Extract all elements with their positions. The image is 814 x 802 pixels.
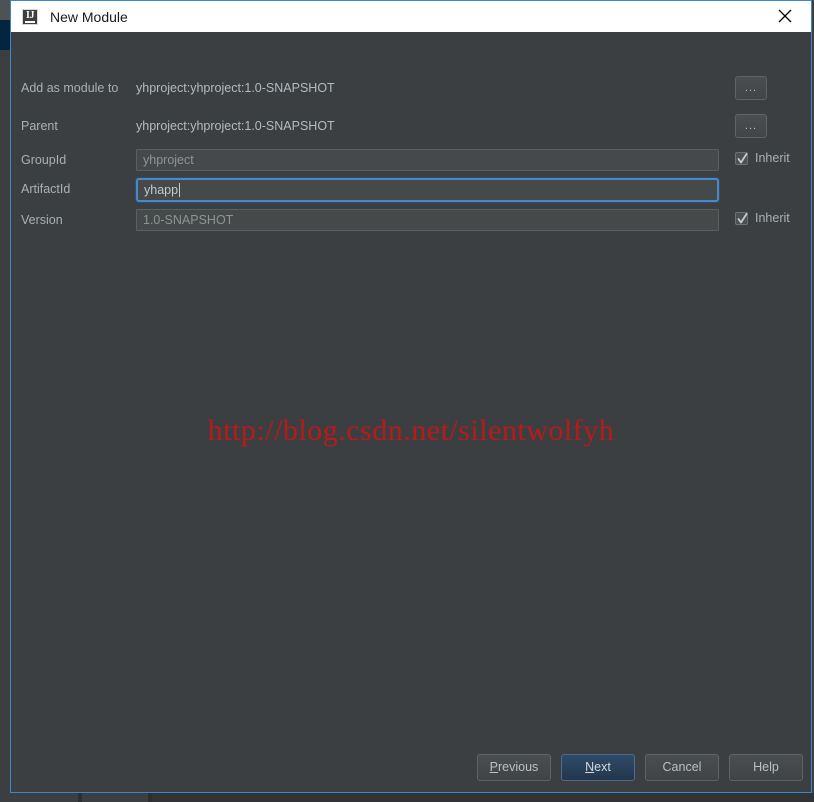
row-add-as-module-to: Add as module to yhproject:yhproject:1.0…	[11, 77, 811, 99]
label-group-id: GroupId	[21, 153, 67, 167]
previous-button-mnemonic: P	[489, 760, 499, 774]
previous-button[interactable]: Previous	[477, 753, 551, 781]
status-bar-segment	[152, 793, 814, 802]
label-parent: Parent	[21, 119, 58, 133]
ide-status-bar	[0, 793, 814, 802]
row-group-id: GroupId yhproject	[11, 149, 811, 171]
new-module-dialog: IJ New Module Add as module to yhproject…	[10, 0, 812, 793]
version-input[interactable]: 1.0-SNAPSHOT	[136, 209, 719, 231]
inherit-group-id-label: Inherit	[755, 151, 790, 165]
status-bar-segment	[82, 793, 148, 802]
help-button[interactable]: Help	[729, 753, 803, 781]
watermark-text: http://blog.csdn.net/silentwolfyh	[207, 414, 615, 447]
inherit-group-id-checkbox[interactable]: Inherit	[735, 151, 790, 165]
group-id-input[interactable]: yhproject	[136, 149, 719, 171]
artifact-id-input[interactable]: yhapp	[136, 178, 719, 202]
ide-toolbar-sliver	[0, 0, 10, 20]
row-artifact-id: ArtifactId yhapp	[11, 178, 811, 202]
browse-button-add-as-module-to[interactable]: ...	[735, 76, 767, 100]
row-version: Version 1.0-SNAPSHOT	[11, 209, 811, 231]
browse-ellipsis-icon: ...	[744, 82, 758, 94]
dialog-title: New Module	[50, 8, 128, 25]
label-version: Version	[21, 213, 63, 227]
text-caret	[179, 183, 181, 197]
inherit-version-checkbox[interactable]: Inherit	[735, 211, 790, 225]
checkbox-icon	[735, 211, 748, 225]
ide-editor-sliver	[0, 20, 10, 50]
artifact-id-value: yhapp	[144, 183, 179, 197]
inherit-version-label: Inherit	[755, 211, 790, 225]
ide-left-strip	[0, 0, 10, 802]
dialog-footer: Previous Next Cancel Help	[11, 752, 811, 782]
browse-button-parent[interactable]: ...	[735, 114, 767, 138]
dialog-title-bar: IJ New Module	[11, 1, 811, 32]
close-icon[interactable]	[763, 3, 807, 29]
dialog-content: Add as module to yhproject:yhproject:1.0…	[11, 32, 811, 792]
value-add-as-module-to: yhproject:yhproject:1.0-SNAPSHOT	[136, 81, 335, 95]
next-button[interactable]: Next	[561, 753, 635, 781]
browse-ellipsis-icon: ...	[744, 120, 758, 132]
previous-button-label: revious	[498, 760, 539, 774]
status-bar-segment	[0, 793, 78, 802]
intellij-idea-icon: IJ	[22, 8, 38, 25]
next-button-mnemonic: N	[585, 760, 595, 774]
row-parent: Parent yhproject:yhproject:1.0-SNAPSHOT	[11, 115, 811, 137]
cancel-button[interactable]: Cancel	[645, 753, 719, 781]
label-add-as-module-to: Add as module to	[21, 81, 119, 95]
value-parent: yhproject:yhproject:1.0-SNAPSHOT	[136, 119, 335, 133]
next-button-label: ext	[594, 760, 611, 774]
checkbox-icon	[735, 151, 748, 165]
label-artifact-id: ArtifactId	[21, 182, 71, 196]
